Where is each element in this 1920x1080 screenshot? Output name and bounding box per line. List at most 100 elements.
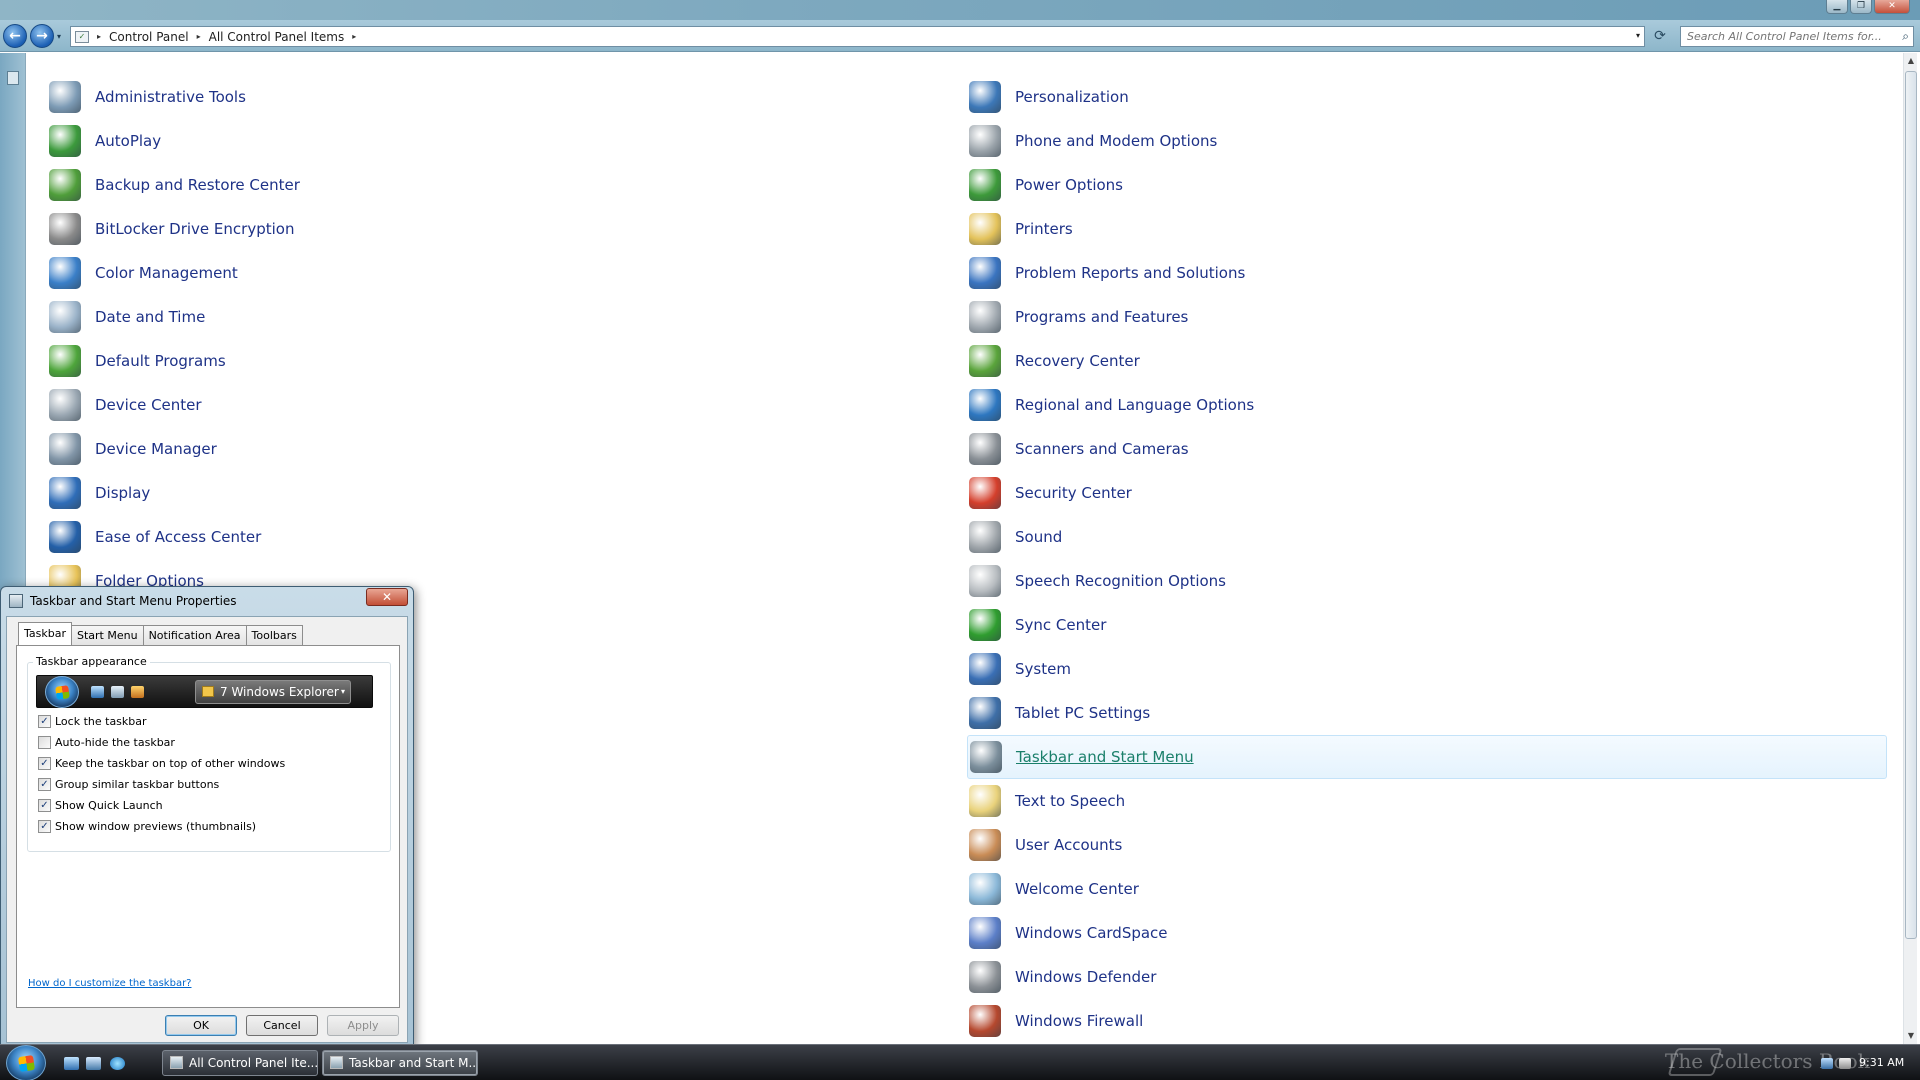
control-panel-item-label[interactable]: Device Center [95, 396, 202, 414]
control-panel-item[interactable]: System [967, 647, 1887, 691]
control-panel-item[interactable]: Administrative Tools [47, 75, 927, 119]
taskbar-option[interactable]: ✓ Show window previews (thumbnails) [38, 818, 256, 834]
breadcrumb-separator-icon[interactable]: ▸ [197, 32, 201, 41]
control-panel-item-label[interactable]: User Accounts [1015, 836, 1122, 854]
search-box[interactable]: ⌕ [1680, 26, 1914, 47]
control-panel-item-label[interactable]: Default Programs [95, 352, 226, 370]
taskbar-button-control-panel[interactable]: All Control Panel Ite... [162, 1050, 318, 1076]
show-desktop-icon[interactable] [64, 1057, 79, 1070]
checkbox-label[interactable]: Show window previews (thumbnails) [55, 820, 256, 833]
control-panel-item-label[interactable]: Windows CardSpace [1015, 924, 1168, 942]
control-panel-item[interactable]: Date and Time [47, 295, 927, 339]
clock[interactable]: 9:31 AM [1859, 1056, 1904, 1069]
control-panel-item-label[interactable]: Backup and Restore Center [95, 176, 300, 194]
ok-button[interactable]: OK [165, 1015, 237, 1036]
address-bar[interactable]: ✓ ▸ Control Panel ▸ All Control Panel It… [70, 26, 1645, 47]
control-panel-item-label[interactable]: Power Options [1015, 176, 1123, 194]
taskbar-option[interactable]: ✓ Lock the taskbar [38, 713, 147, 729]
vertical-scrollbar[interactable]: ▲ ▼ [1903, 53, 1917, 1044]
scroll-thumb[interactable] [1905, 71, 1917, 939]
control-panel-item[interactable]: Printers [967, 207, 1887, 251]
control-panel-item-label[interactable]: Windows Defender [1015, 968, 1156, 986]
control-panel-item-label[interactable]: Sync Center [1015, 616, 1106, 634]
checkbox[interactable]: ✓ [38, 756, 51, 770]
control-panel-item[interactable]: Recovery Center [967, 339, 1887, 383]
maximize-button[interactable]: ❐ [1850, 0, 1872, 14]
control-panel-item-label[interactable]: Taskbar and Start Menu [1016, 748, 1194, 766]
refresh-button[interactable]: ⟳ [1650, 28, 1670, 46]
address-dropdown-icon[interactable]: ▾ [1636, 31, 1640, 40]
control-panel-item[interactable]: BitLocker Drive Encryption [47, 207, 927, 251]
breadcrumb-separator-icon[interactable]: ▸ [97, 32, 101, 41]
control-panel-item[interactable]: Programs and Features [967, 295, 1887, 339]
control-panel-item-label[interactable]: System [1015, 660, 1071, 678]
control-panel-item-label[interactable]: AutoPlay [95, 132, 161, 150]
control-panel-item[interactable]: Welcome Center [967, 867, 1887, 911]
taskbar-option[interactable]: ✓ Group similar taskbar buttons [38, 776, 219, 792]
tab-toolbars[interactable]: Toolbars [245, 625, 303, 645]
navigation-pane-toggle-icon[interactable] [7, 71, 19, 85]
control-panel-item-label[interactable]: Sound [1015, 528, 1062, 546]
tab-taskbar[interactable]: Taskbar [18, 622, 72, 645]
internet-explorer-icon[interactable] [110, 1057, 125, 1070]
control-panel-item-label[interactable]: Problem Reports and Solutions [1015, 264, 1245, 282]
control-panel-item[interactable]: Regional and Language Options [967, 383, 1887, 427]
control-panel-item[interactable]: Device Manager [47, 427, 927, 471]
control-panel-item-label[interactable]: Administrative Tools [95, 88, 246, 106]
control-panel-item[interactable]: Sound [967, 515, 1887, 559]
taskbar-button-taskbar-properties[interactable]: Taskbar and Start M... [322, 1050, 478, 1076]
network-icon[interactable] [1821, 1058, 1833, 1069]
control-panel-item[interactable]: Ease of Access Center [47, 515, 927, 559]
tab-notification-area[interactable]: Notification Area [142, 625, 247, 645]
control-panel-item[interactable]: Problem Reports and Solutions [967, 251, 1887, 295]
taskbar-option[interactable]: ✓ Show Quick Launch [38, 797, 163, 813]
control-panel-item-label[interactable]: Recovery Center [1015, 352, 1140, 370]
control-panel-item[interactable]: Tablet PC Settings [967, 691, 1887, 735]
control-panel-item[interactable]: Device Center [47, 383, 927, 427]
checkbox-label[interactable]: Auto-hide the taskbar [55, 736, 175, 749]
search-input[interactable] [1687, 30, 1891, 43]
help-link[interactable]: How do I customize the taskbar? [28, 978, 192, 989]
control-panel-item-label[interactable]: Windows Firewall [1015, 1012, 1143, 1030]
tab-start-menu[interactable]: Start Menu [71, 625, 144, 645]
scroll-up-icon[interactable]: ▲ [1904, 53, 1918, 69]
control-panel-item-label[interactable]: Speech Recognition Options [1015, 572, 1226, 590]
search-icon[interactable]: ⌕ [1902, 29, 1909, 44]
recent-pages-dropdown[interactable]: ▾ [57, 32, 61, 41]
start-button[interactable] [6, 1045, 46, 1080]
volume-icon[interactable] [1839, 1058, 1851, 1069]
control-panel-item[interactable]: Power Options [967, 163, 1887, 207]
control-panel-item[interactable]: Text to Speech [967, 779, 1887, 823]
breadcrumb-all-control-panel-items[interactable]: All Control Panel Items [209, 30, 345, 44]
control-panel-item[interactable]: Default Programs [47, 339, 927, 383]
control-panel-item[interactable]: Windows Defender [967, 955, 1887, 999]
breadcrumb-separator-icon[interactable]: ▸ [352, 32, 356, 41]
forward-button[interactable]: → [30, 24, 54, 48]
control-panel-item-label[interactable]: Phone and Modem Options [1015, 132, 1217, 150]
control-panel-item-label[interactable]: Printers [1015, 220, 1073, 238]
breadcrumb-control-panel[interactable]: Control Panel [109, 30, 189, 44]
control-panel-item-label[interactable]: BitLocker Drive Encryption [95, 220, 294, 238]
checkbox[interactable]: ✓ [38, 798, 51, 812]
dialog-close-button[interactable]: ✕ [366, 588, 408, 606]
control-panel-item-label[interactable]: Scanners and Cameras [1015, 440, 1189, 458]
control-panel-item[interactable]: AutoPlay [47, 119, 927, 163]
dialog-titlebar[interactable]: Taskbar and Start Menu Properties ✕ [1, 587, 413, 615]
control-panel-item-label[interactable]: Personalization [1015, 88, 1129, 106]
control-panel-item-label[interactable]: Regional and Language Options [1015, 396, 1254, 414]
control-panel-item[interactable]: Personalization [967, 75, 1887, 119]
control-panel-item-label[interactable]: Display [95, 484, 150, 502]
control-panel-item[interactable]: User Accounts [967, 823, 1887, 867]
control-panel-item[interactable]: Taskbar and Start Menu [967, 735, 1887, 779]
control-panel-item-label[interactable]: Text to Speech [1015, 792, 1125, 810]
checkbox-label[interactable]: Show Quick Launch [55, 799, 163, 812]
control-panel-item-label[interactable]: Color Management [95, 264, 238, 282]
cancel-button[interactable]: Cancel [246, 1015, 318, 1036]
checkbox-label[interactable]: Keep the taskbar on top of other windows [55, 757, 285, 770]
close-button[interactable]: ✕ [1874, 0, 1910, 14]
scroll-down-icon[interactable]: ▼ [1904, 1028, 1918, 1044]
checkbox[interactable]: ✓ [38, 777, 51, 791]
control-panel-item[interactable]: Windows CardSpace [967, 911, 1887, 955]
control-panel-item[interactable]: Sync Center [967, 603, 1887, 647]
control-panel-item[interactable]: Backup and Restore Center [47, 163, 927, 207]
